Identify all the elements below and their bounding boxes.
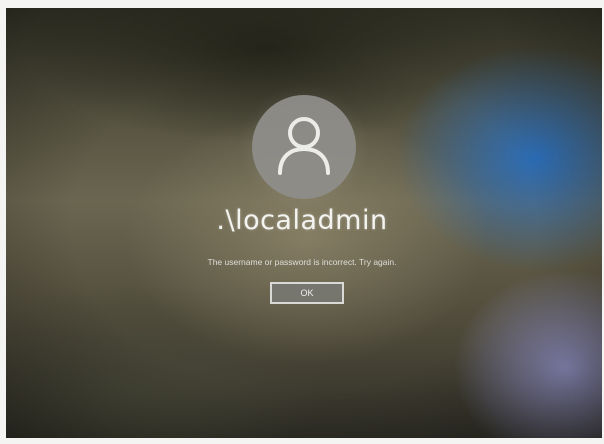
- photo-frame: .\localadmin The username or password is…: [0, 0, 604, 444]
- ok-button[interactable]: OK: [270, 282, 344, 304]
- user-avatar: [252, 95, 356, 199]
- account-username: .\localadmin: [216, 205, 388, 236]
- user-icon: [278, 117, 330, 175]
- login-error-message: The username or password is incorrect. T…: [207, 257, 397, 267]
